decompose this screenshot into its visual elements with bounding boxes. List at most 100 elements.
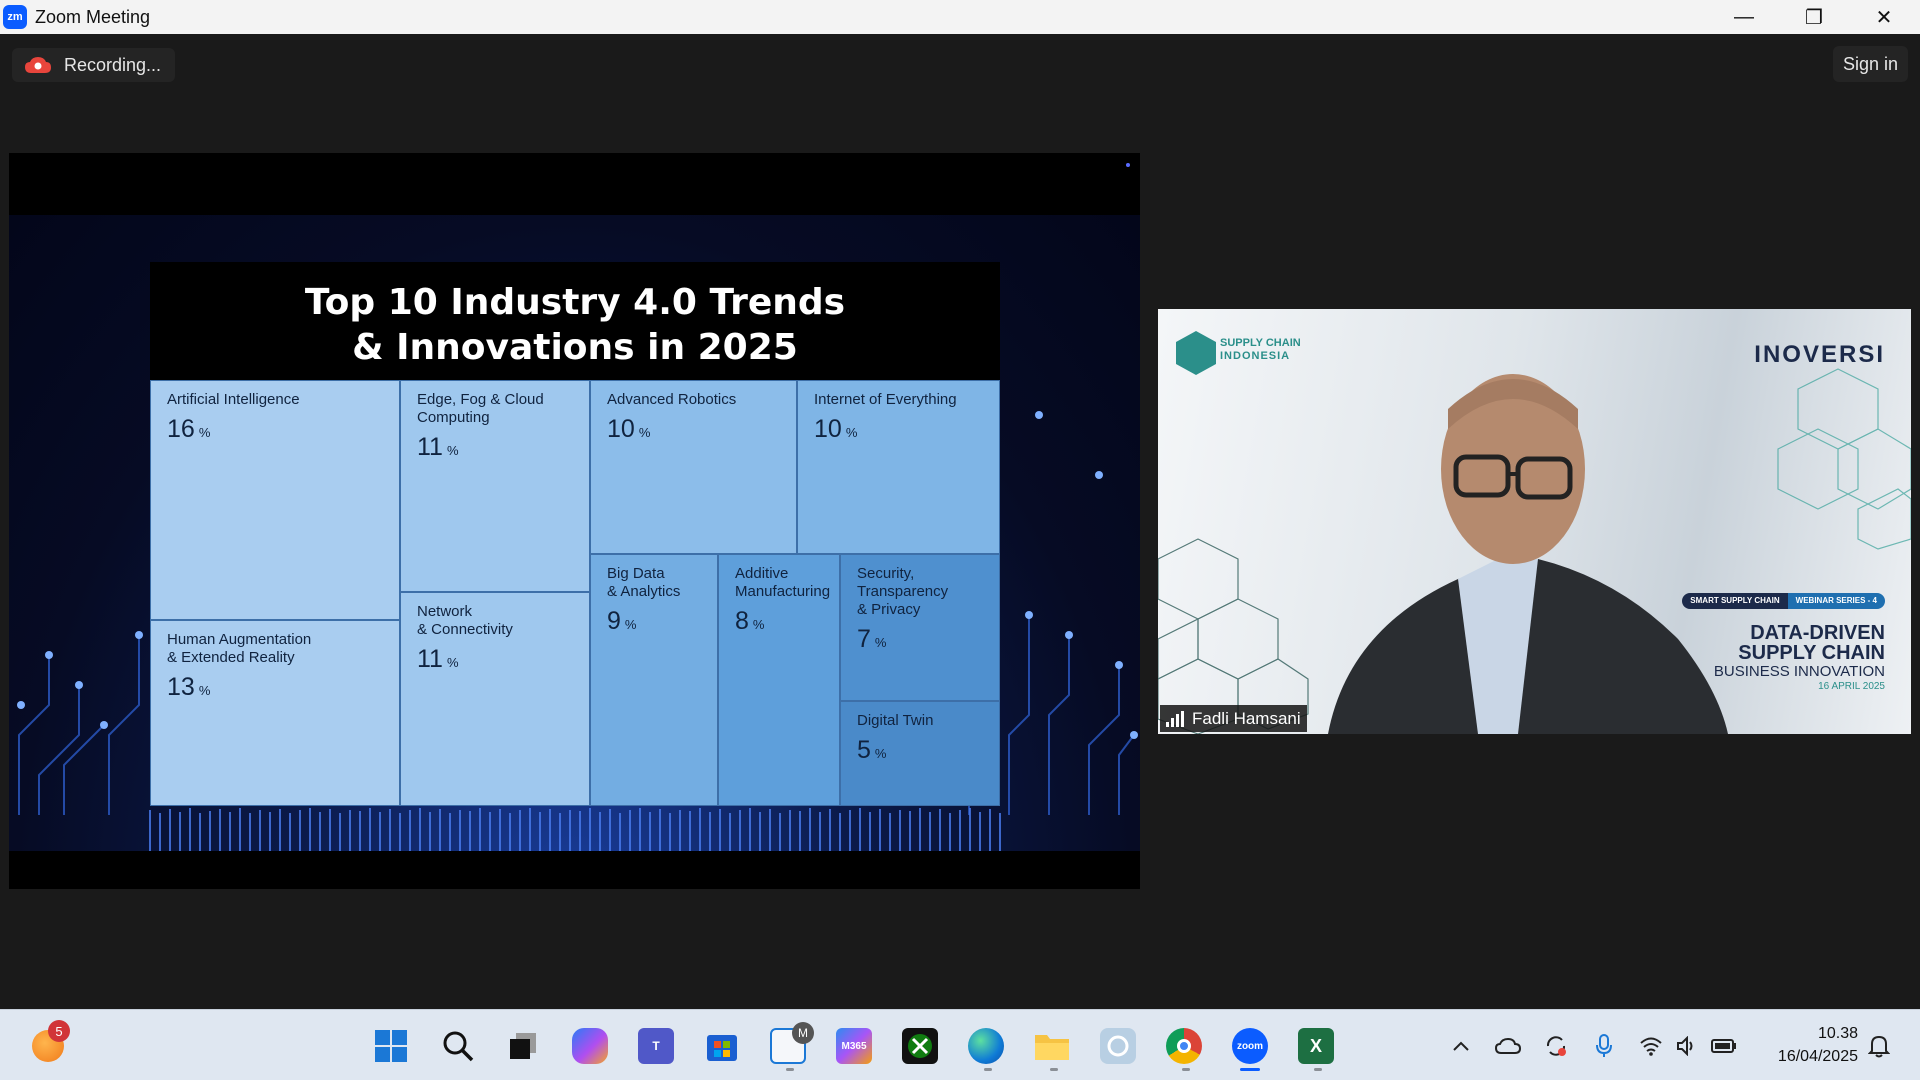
running-indicator xyxy=(984,1068,992,1071)
windows-taskbar: 5 T M M365 zoom X 10.38 16/04/2025 xyxy=(0,1009,1920,1080)
window-title: Zoom Meeting xyxy=(35,6,151,27)
active-indicator xyxy=(1240,1068,1260,1071)
treemap-cell-label: Internet of Everything xyxy=(814,391,957,408)
start-icon[interactable] xyxy=(373,1028,409,1064)
treemap-cell: Edge, Fog & Cloud Computing 11% xyxy=(400,380,590,592)
notification-bell-icon[interactable] xyxy=(1866,1034,1892,1058)
signal-strength-icon xyxy=(1166,710,1186,727)
treemap-cell-label: Network & Connectivity xyxy=(417,603,513,638)
treemap-cell-value: 11% xyxy=(417,433,459,461)
copilot-icon[interactable] xyxy=(572,1028,608,1064)
percent-unit: % xyxy=(446,443,459,458)
treemap-cell-value: 13% xyxy=(167,673,211,701)
slide-title-line2: & Innovations in 2025 xyxy=(352,327,798,368)
headline-line3: BUSINESS INNOVATION xyxy=(1713,663,1885,680)
percent-unit: % xyxy=(874,746,887,761)
treemap-cell: Additive Manufacturing 8% xyxy=(718,554,840,806)
webinar-badge: SMART SUPPLY CHAIN WEBINAR SERIES - 4 xyxy=(1682,593,1885,609)
outlook-badge: M xyxy=(792,1022,814,1044)
indicator-dot xyxy=(1126,163,1130,167)
maximize-button[interactable]: ❐ xyxy=(1779,0,1849,34)
task-view-icon[interactable] xyxy=(505,1028,541,1064)
sign-in-button[interactable]: Sign in xyxy=(1832,46,1908,82)
treemap-cell-label: Artificial Intelligence xyxy=(167,391,300,408)
participant-video[interactable]: SUPPLY CHAIN INDONESIA INOVERSI SMART SU… xyxy=(1158,309,1911,734)
presentation-slide: Top 10 Industry 4.0 Trends & Innovations… xyxy=(9,215,1140,851)
percent-unit: % xyxy=(845,425,858,440)
running-indicator xyxy=(786,1068,794,1071)
treemap-cell-label: Advanced Robotics xyxy=(607,391,737,408)
close-button[interactable]: ✕ xyxy=(1849,0,1919,34)
volume-icon[interactable] xyxy=(1674,1034,1700,1058)
headline-line2: SUPPLY CHAIN xyxy=(1738,642,1885,664)
treemap-cell-value: 5% xyxy=(857,736,887,764)
clock[interactable]: 10.38 16/04/2025 xyxy=(1778,1022,1858,1068)
brand-right: INOVERSI xyxy=(1754,341,1885,368)
weather-badge: 5 xyxy=(48,1020,70,1042)
edge-icon[interactable] xyxy=(968,1028,1004,1064)
battery-icon[interactable] xyxy=(1711,1034,1737,1058)
treemap-cell-value: 10% xyxy=(814,415,858,443)
file-explorer-icon[interactable] xyxy=(1034,1028,1070,1064)
treemap-cell-label: Digital Twin xyxy=(857,712,934,729)
treemap-cell: Security, Transparency & Privacy 7% xyxy=(840,554,1000,701)
badge-left: SMART SUPPLY CHAIN xyxy=(1682,593,1788,609)
treemap-cell: Advanced Robotics 10% xyxy=(590,380,797,554)
treemap-cell: Artificial Intelligence 16% xyxy=(150,380,400,620)
treemap-cell: Human Augmentation & Extended Reality 13% xyxy=(150,620,400,806)
treemap-cell-label: Big Data & Analytics xyxy=(607,565,681,600)
treemap-cell: Network & Connectivity 11% xyxy=(400,592,590,806)
m365-icon[interactable]: M365 xyxy=(836,1028,872,1064)
percent-unit: % xyxy=(638,425,651,440)
microsoft-store-icon[interactable] xyxy=(704,1028,740,1064)
treemap-cell-value: 11% xyxy=(417,645,459,673)
running-indicator xyxy=(1182,1068,1190,1071)
percent-unit: % xyxy=(446,655,459,670)
treemap-cell-value: 8% xyxy=(735,607,765,635)
webinar-date: 16 APRIL 2025 xyxy=(1818,681,1885,692)
treemap-cell-label: Additive Manufacturing xyxy=(735,565,831,600)
shared-screen: Top 10 Industry 4.0 Trends & Innovations… xyxy=(9,153,1140,889)
participant-name-tag: Fadli Hamsani xyxy=(1160,705,1307,732)
chevron-up-icon[interactable] xyxy=(1448,1034,1474,1058)
treemap-cell: Digital Twin 5% xyxy=(840,701,1000,806)
percent-unit: % xyxy=(198,425,211,440)
recording-label: Recording... xyxy=(64,54,162,75)
percent-unit: % xyxy=(874,635,887,650)
brand-left-line2: INDONESIA xyxy=(1220,350,1291,362)
zoom-icon[interactable]: zoom xyxy=(1232,1028,1268,1064)
teams-icon[interactable]: T xyxy=(638,1028,674,1064)
treemap-cell-value: 16% xyxy=(167,415,211,443)
recording-indicator[interactable]: Recording... xyxy=(12,48,176,82)
treemap-chart: Artificial Intelligence 16% Human Augmenta… xyxy=(150,380,1000,806)
clock-time: 10.38 xyxy=(1817,1025,1858,1042)
slide-title-line1: Top 10 Industry 4.0 Trends xyxy=(304,282,846,323)
percent-unit: % xyxy=(198,683,211,698)
quick-assist-icon[interactable] xyxy=(1100,1028,1136,1064)
wifi-icon[interactable] xyxy=(1638,1034,1664,1058)
search-icon[interactable] xyxy=(440,1028,476,1064)
treemap-cell: Internet of Everything 10% xyxy=(797,380,1000,554)
brand-left: SUPPLY CHAIN INDONESIA xyxy=(1220,337,1301,363)
sync-icon[interactable] xyxy=(1543,1034,1569,1058)
excel-icon[interactable]: X xyxy=(1298,1028,1334,1064)
percent-unit: % xyxy=(624,617,637,632)
microphone-icon[interactable] xyxy=(1591,1034,1617,1058)
running-indicator xyxy=(1314,1068,1322,1071)
zoom-logo-icon: zm xyxy=(3,5,27,29)
treemap-cell-label: Human Augmentation & Extended Reality xyxy=(167,631,312,666)
percent-unit: % xyxy=(752,617,765,632)
treemap-cell-value: 9% xyxy=(607,607,637,635)
treemap-cell: Big Data & Analytics 9% xyxy=(590,554,718,806)
running-indicator xyxy=(1050,1068,1058,1071)
minimize-button[interactable]: — xyxy=(1709,0,1779,34)
treemap-cell-value: 7% xyxy=(857,625,887,653)
brand-left-line1: SUPPLY CHAIN xyxy=(1220,337,1301,349)
headline-line1: DATA-DRIVEN xyxy=(1750,622,1885,644)
onedrive-icon[interactable] xyxy=(1495,1034,1521,1058)
cloud-recording-icon xyxy=(24,56,52,74)
chrome-icon[interactable] xyxy=(1166,1028,1202,1064)
xbox-icon[interactable] xyxy=(902,1028,938,1064)
title-bar: zm Zoom Meeting — ❐ ✕ xyxy=(0,0,1920,34)
treemap-cell-label: Security, Transparency & Privacy xyxy=(857,565,949,618)
